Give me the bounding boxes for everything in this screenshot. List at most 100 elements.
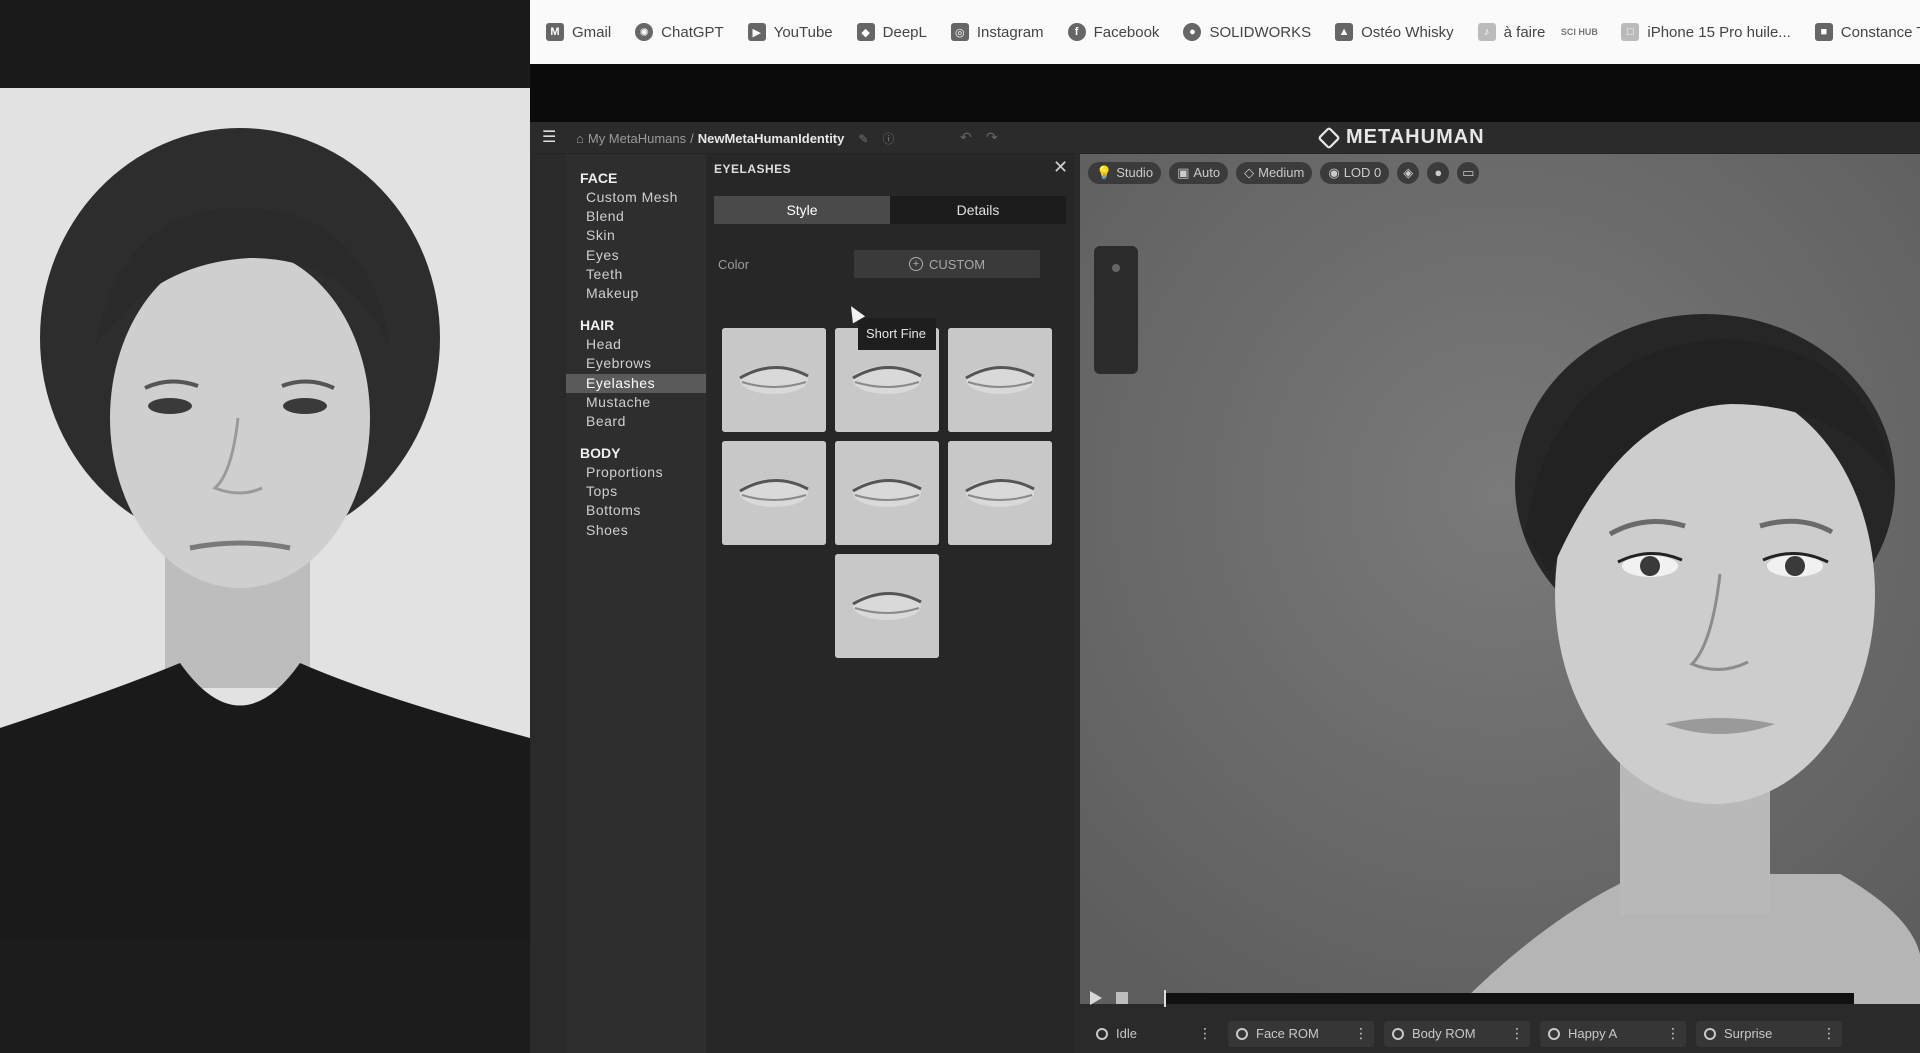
anim-idle[interactable]: Idle ⋮	[1088, 1021, 1218, 1047]
bookmark-facebook[interactable]: f Facebook	[1067, 23, 1160, 41]
nav-item-custom-mesh[interactable]: Custom Mesh	[566, 188, 706, 207]
bookmark-label: Facebook	[1093, 23, 1160, 41]
bookmark-instagram[interactable]: ◎ Instagram	[950, 23, 1044, 41]
menu-icon[interactable]: ☰	[542, 129, 560, 147]
home-icon[interactable]: ⌂	[576, 131, 584, 146]
breadcrumb: ⌂ My MetaHumans / NewMetaHumanIdentity ✎…	[576, 130, 894, 147]
app-header: ☰ ⌂ My MetaHumans / NewMetaHumanIdentity…	[530, 122, 1920, 154]
bookmark-constance[interactable]: ■ Constance Th	[1814, 23, 1920, 41]
eyelash-style-thumbnail[interactable]	[722, 441, 826, 545]
anim-label: Happy A	[1568, 1026, 1618, 1041]
timeline-scrubber[interactable]	[1164, 990, 1854, 1007]
bookmark-label: Gmail	[572, 23, 612, 41]
bookmark-sci-hub[interactable]: SCI HUB	[1560, 23, 1598, 41]
anim-label: Face ROM	[1256, 1026, 1319, 1041]
panel-tabs: Style Details	[714, 196, 1066, 224]
nav-item-beard[interactable]: Beard	[566, 412, 706, 431]
custom-color-button[interactable]: + CUSTOM	[854, 250, 1040, 278]
facebook-icon: f	[1067, 23, 1086, 41]
eyelash-style-thumbnail[interactable]	[722, 328, 826, 432]
bookmark-solidworks[interactable]: ● SOLIDWORKS	[1183, 23, 1311, 41]
nav-item-makeup[interactable]: Makeup	[566, 284, 706, 303]
info-icon[interactable]: ⓘ	[882, 130, 894, 147]
metahuman-logo: METAHUMAN	[1317, 125, 1485, 150]
camera-side-widget[interactable]	[1094, 246, 1138, 374]
camera-auto-button[interactable]: ▣ Auto	[1169, 162, 1229, 184]
lighting-studio-button[interactable]: 💡 Studio	[1088, 162, 1162, 184]
3d-viewport[interactable]: 💡 Studio ▣ Auto ◇ Medium ◉ LOD 0 ◈ ● ▭	[1080, 154, 1920, 1004]
bookmarks-bar: M Gmail ✺ ChatGPT ▶ YouTube ◆ DeepL ◎ Instagr…	[530, 0, 1920, 64]
bookmark-gmail[interactable]: M Gmail	[546, 23, 611, 41]
anim-label: Body ROM	[1412, 1026, 1476, 1041]
nav-item-blend[interactable]: Blend	[566, 207, 706, 226]
bookmark-a-faire[interactable]: ♪ à faire	[1477, 23, 1546, 41]
nav-item-proportions[interactable]: Proportions	[566, 463, 706, 482]
more-icon[interactable]: ⋮	[1198, 1025, 1212, 1042]
nav-item-eyelashes[interactable]: Eyelashes	[566, 373, 706, 393]
playhead[interactable]	[1164, 990, 1166, 1007]
bookmark-label: YouTube	[773, 23, 833, 41]
edit-icon[interactable]: ✎	[858, 132, 868, 146]
eyelash-style-thumbnail[interactable]	[948, 328, 1052, 432]
tooltip: Short Fine	[858, 318, 936, 350]
color-row: Color + CUSTOM	[714, 250, 1066, 278]
running-figure-icon	[1392, 1027, 1404, 1040]
anim-surprise[interactable]: Surprise ⋮	[1696, 1020, 1842, 1047]
quality-medium-button[interactable]: ◇ Medium	[1236, 162, 1313, 184]
metahuman-logo-icon	[1317, 125, 1341, 150]
undo-icon[interactable]: ↶	[960, 129, 972, 146]
bookmark-youtube[interactable]: ▶ YouTube	[747, 23, 833, 41]
bookmark-label: à faire	[1503, 23, 1546, 41]
wireframe-toggle-icon[interactable]: ◈	[1397, 162, 1420, 184]
tab-style[interactable]: Style	[714, 196, 890, 224]
nav-item-tops[interactable]: Tops	[566, 482, 706, 501]
play-icon[interactable]	[1090, 991, 1102, 1005]
bookmark-deepl[interactable]: ◆ DeepL	[856, 23, 927, 41]
nav-item-bottoms[interactable]: Bottoms	[566, 501, 706, 520]
lod-button[interactable]: ◉ LOD 0	[1320, 162, 1390, 184]
constance-avatar-icon: ■	[1814, 23, 1833, 41]
sci-hub-icon: SCI HUB	[1560, 26, 1598, 37]
bookmark-chatgpt[interactable]: ✺ ChatGPT	[635, 23, 724, 41]
custom-label: CUSTOM	[928, 256, 986, 272]
nav-item-eyebrows[interactable]: Eyebrows	[566, 354, 706, 373]
breadcrumb-root[interactable]: My MetaHumans	[588, 131, 686, 146]
nav-item-shoes[interactable]: Shoes	[566, 521, 706, 540]
stop-icon[interactable]	[1116, 992, 1128, 1004]
more-icon[interactable]: ⋮	[1354, 1025, 1368, 1042]
gmail-icon: M	[546, 23, 564, 41]
more-icon[interactable]: ⋮	[1666, 1025, 1680, 1042]
color-label: Color	[718, 257, 750, 272]
bookmark-osteo-whisky[interactable]: ▲ Ostéo Whisky	[1335, 23, 1454, 41]
bookmark-label: iPhone 15 Pro huile...	[1647, 23, 1791, 41]
solidworks-icon: ●	[1183, 23, 1202, 41]
reference-photo-panel	[0, 0, 530, 1053]
metahuman-avatar-render	[1080, 154, 1920, 1004]
more-icon[interactable]: ⋮	[1510, 1025, 1524, 1042]
category-nav: FACE Custom Mesh Blend Skin Eyes Teeth M…	[566, 154, 706, 1053]
nav-item-teeth[interactable]: Teeth	[566, 265, 706, 284]
bookmark-iphone[interactable]: □ iPhone 15 Pro huile...	[1621, 23, 1791, 41]
nav-item-skin[interactable]: Skin	[566, 226, 706, 245]
more-icon[interactable]: ⋮	[1822, 1025, 1836, 1042]
close-icon[interactable]: ✕	[1053, 157, 1068, 178]
lod-icon: ◉	[1328, 165, 1340, 180]
nav-item-mustache[interactable]: Mustache	[566, 393, 706, 412]
eyelash-style-thumbnail[interactable]	[835, 441, 939, 545]
tab-details[interactable]: Details	[890, 196, 1066, 224]
nav-item-eyes[interactable]: Eyes	[566, 246, 706, 265]
anim-body-rom[interactable]: Body ROM ⋮	[1384, 1020, 1530, 1047]
display-mode-icon[interactable]: ▭	[1457, 162, 1480, 184]
anim-face-rom[interactable]: Face ROM ⋮	[1228, 1020, 1374, 1047]
eyelash-style-thumbnail[interactable]	[835, 554, 939, 658]
bookmark-label: ChatGPT	[661, 23, 724, 41]
redo-icon[interactable]: ↷	[986, 129, 998, 146]
sphere-icon[interactable]: ●	[1427, 162, 1450, 184]
anim-happy-a[interactable]: Happy A ⋮	[1540, 1020, 1686, 1047]
nav-group-face: FACE Custom Mesh Blend Skin Eyes Teeth M…	[566, 168, 706, 303]
browser-dark-strip	[530, 64, 1920, 122]
chip-label: Medium	[1258, 165, 1305, 180]
eyelash-style-thumbnail[interactable]	[948, 441, 1052, 545]
nav-item-head[interactable]: Head	[566, 335, 706, 354]
camera-dot-icon	[1112, 264, 1120, 272]
